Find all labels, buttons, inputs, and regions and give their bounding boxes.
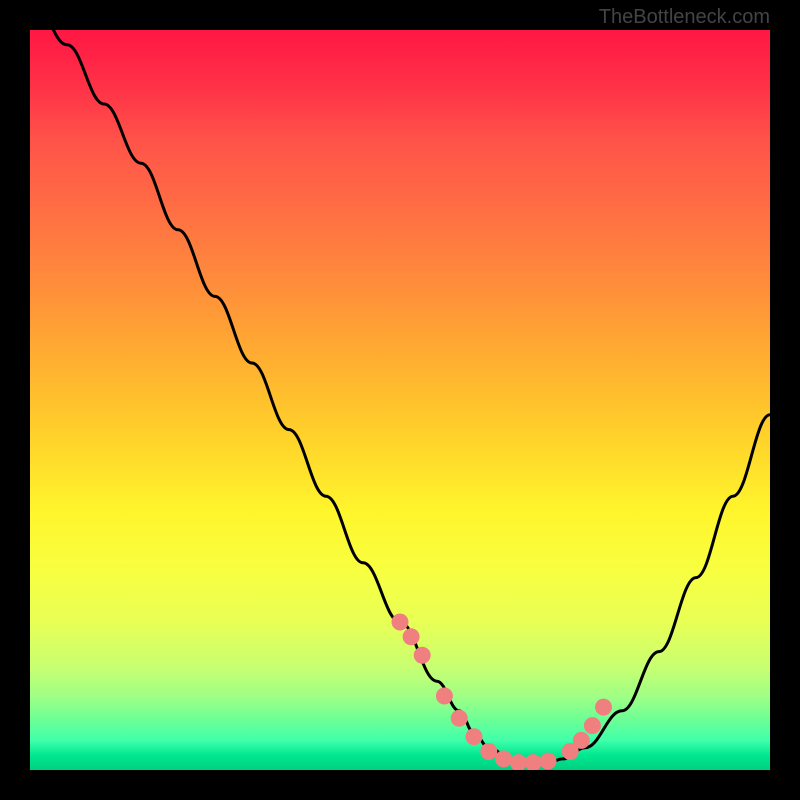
plot-background (30, 30, 770, 770)
scatter-dot (392, 614, 409, 631)
scatter-dot (414, 647, 431, 664)
scatter-dot (436, 688, 453, 705)
curve-line (30, 30, 770, 763)
scatter-dot (495, 750, 512, 767)
scatter-dot (573, 732, 590, 749)
scatter-dot (595, 699, 612, 716)
scatter-dot (540, 753, 557, 770)
chart-svg (30, 30, 770, 770)
watermark-text: TheBottleneck.com (599, 6, 770, 29)
scatter-dot (584, 717, 601, 734)
scatter-dot (466, 728, 483, 745)
chart-container: TheBottleneck.com (0, 0, 800, 800)
scatter-dots (392, 614, 613, 771)
bottleneck-curve-path (30, 30, 770, 763)
scatter-dot (480, 743, 497, 760)
scatter-dot (525, 754, 542, 770)
scatter-dot (510, 754, 527, 770)
scatter-dot (451, 710, 468, 727)
scatter-dot (403, 628, 420, 645)
